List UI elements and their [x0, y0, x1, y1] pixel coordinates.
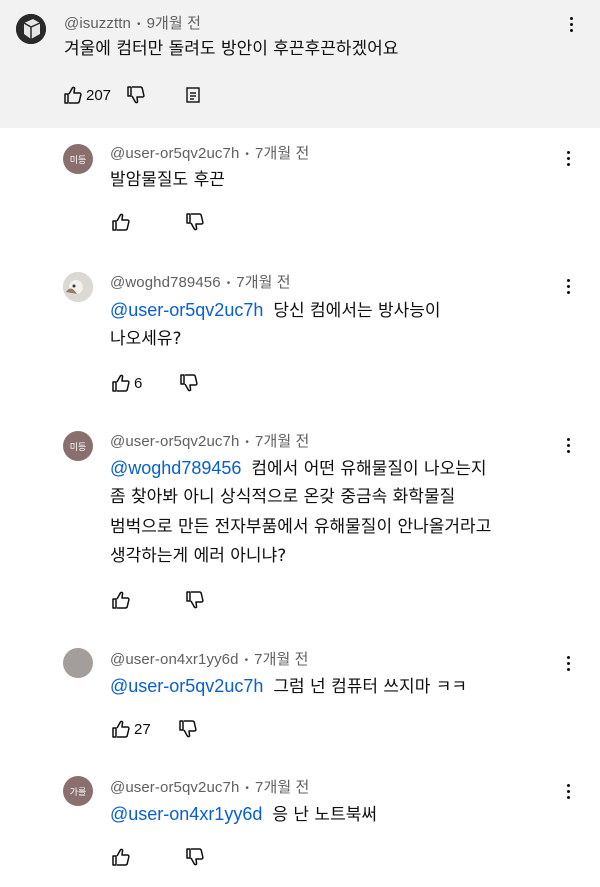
more-options-icon[interactable] — [558, 781, 578, 801]
mention-link[interactable]: @user-or5qv2uc7h — [110, 300, 263, 320]
like-icon — [112, 213, 130, 231]
like-button[interactable] — [110, 212, 130, 232]
dislike-button[interactable] — [184, 212, 204, 232]
dislike-icon — [178, 720, 197, 738]
separator-dot: • — [244, 654, 249, 666]
avatar-image-icon — [16, 14, 46, 44]
dislike-button[interactable] — [178, 373, 198, 393]
comment-text-line: 나오세유? — [110, 329, 182, 349]
like-count: 6 — [134, 374, 143, 392]
like-button[interactable]: 207 — [62, 85, 111, 105]
like-button[interactable]: 6 — [110, 373, 142, 393]
comment-text-line: 좀 찾아봐 아니 상식적으로 온갖 중금속 화학물질 — [110, 487, 456, 507]
comment-text: @woghd789456 컴에서 어떤 유해물질이 나오는지 — [110, 455, 487, 483]
comment-time[interactable]: 7개월 전 — [255, 145, 309, 162]
avatar-initials: 미등 — [69, 155, 87, 166]
avatar[interactable]: 가를 — [63, 776, 93, 806]
avatar-initials: 가를 — [69, 787, 87, 798]
more-options-icon[interactable] — [558, 276, 578, 296]
like-count: 27 — [134, 720, 151, 738]
mention-link[interactable]: @user-or5qv2uc7h — [110, 676, 263, 696]
comment-author[interactable]: @user-or5qv2uc7h — [110, 433, 239, 450]
comment-text: @user-or5qv2uc7h 당신 컴에서는 방사능이 — [110, 297, 441, 325]
comment-time[interactable]: 7개월 전 — [255, 779, 309, 796]
like-icon — [112, 720, 130, 738]
more-options-icon[interactable] — [558, 435, 578, 455]
like-icon — [112, 848, 130, 866]
comment-meta: @isuzzttn • 9개월 전 — [64, 12, 201, 33]
avatar[interactable] — [16, 14, 46, 44]
separator-dot: • — [245, 436, 250, 448]
comment-actions — [110, 846, 204, 868]
mention-link[interactable]: @user-on4xr1yy6d — [110, 804, 262, 824]
comment-text: @user-or5qv2uc7h 그럼 넌 컴퓨터 쓰지마 ㅋㅋ — [110, 673, 467, 701]
comment-author[interactable]: @user-on4xr1yy6d — [110, 651, 239, 668]
comment-meta: @user-or5qv2uc7h • 7개월 전 — [110, 430, 309, 451]
avatar[interactable]: 미등 — [63, 431, 93, 461]
comment-meta: @user-on4xr1yy6d • 7개월 전 — [110, 648, 309, 669]
comment-meta: @user-or5qv2uc7h • 7개월 전 — [110, 142, 309, 163]
comment-author[interactable]: @isuzzttn — [64, 15, 131, 32]
like-count: 207 — [86, 86, 112, 104]
comment-text: 겨울에 컴터만 돌려도 방안이 후끈후끈하겠어요 — [64, 39, 399, 59]
dislike-button[interactable] — [184, 847, 204, 867]
separator-dot: • — [245, 782, 250, 794]
dislike-button[interactable] — [125, 85, 145, 105]
dislike-button[interactable] — [177, 719, 197, 739]
dislike-icon — [186, 591, 204, 609]
comment-actions — [110, 589, 204, 611]
comment-time[interactable]: 7개월 전 — [255, 433, 309, 450]
dislike-icon — [180, 374, 198, 392]
comment-meta: @woghd789456 • 7개월 전 — [110, 271, 291, 292]
more-options-icon[interactable] — [558, 148, 578, 168]
comment-actions — [110, 211, 204, 233]
comment-text-line: 생각하는게 에러 아니냐? — [110, 546, 287, 566]
dislike-icon — [186, 848, 204, 866]
avatar-image-icon — [63, 272, 93, 302]
like-button[interactable] — [110, 590, 130, 610]
comment-time[interactable]: 7개월 전 — [236, 274, 290, 291]
dislike-icon — [186, 213, 204, 231]
comment-time[interactable]: 9개월 전 — [147, 15, 201, 32]
more-options-icon[interactable] — [561, 14, 581, 34]
comment-author[interactable]: @woghd789456 — [110, 274, 221, 291]
like-icon — [64, 86, 82, 104]
like-button[interactable] — [110, 847, 130, 867]
separator-dot: • — [245, 148, 250, 160]
comment-text-line: 그럼 넌 컴퓨터 쓰지마 ㅋㅋ — [273, 677, 468, 697]
comment-text-line: 당신 컴에서는 방사능이 — [273, 301, 441, 321]
comment-meta: @user-or5qv2uc7h • 7개월 전 — [110, 776, 309, 797]
more-options-icon[interactable] — [558, 653, 578, 673]
dislike-button[interactable] — [184, 590, 204, 610]
comment-author[interactable]: @user-or5qv2uc7h — [110, 145, 239, 162]
reply-icon — [186, 87, 200, 103]
like-icon — [112, 374, 130, 392]
comment-text: 발암물질도 후끈 — [110, 170, 225, 190]
avatar[interactable] — [63, 272, 93, 302]
top-comment: @isuzzttn • 9개월 전 겨울에 컴터만 돌려도 방안이 후끈후끈하겠어요… — [0, 0, 600, 128]
comment-actions: 207 — [62, 84, 203, 106]
comment-actions: 6 — [110, 372, 198, 394]
comment-text: @user-on4xr1yy6d 응 난 노트북써 — [110, 801, 377, 829]
comment-text-line: 범벅으로 만든 전자부품에서 유해물질이 안나올거라고 — [110, 517, 492, 537]
reply-button[interactable] — [183, 85, 203, 105]
like-icon — [112, 591, 130, 609]
comment-time[interactable]: 7개월 전 — [254, 651, 308, 668]
comment-author[interactable]: @user-or5qv2uc7h — [110, 779, 239, 796]
comment-text-line: 응 난 노트북써 — [272, 805, 377, 825]
separator-dot: • — [226, 277, 231, 289]
dislike-icon — [127, 86, 145, 104]
separator-dot: • — [136, 18, 141, 30]
avatar-initials: 미등 — [69, 442, 87, 453]
like-button[interactable]: 27 — [110, 719, 151, 739]
avatar[interactable] — [63, 648, 93, 678]
comment-actions: 27 — [110, 718, 197, 740]
mention-link[interactable]: @woghd789456 — [110, 458, 241, 478]
comment-text-line: 컴에서 어떤 유해물질이 나오는지 — [251, 459, 487, 479]
avatar[interactable]: 미등 — [63, 144, 93, 174]
